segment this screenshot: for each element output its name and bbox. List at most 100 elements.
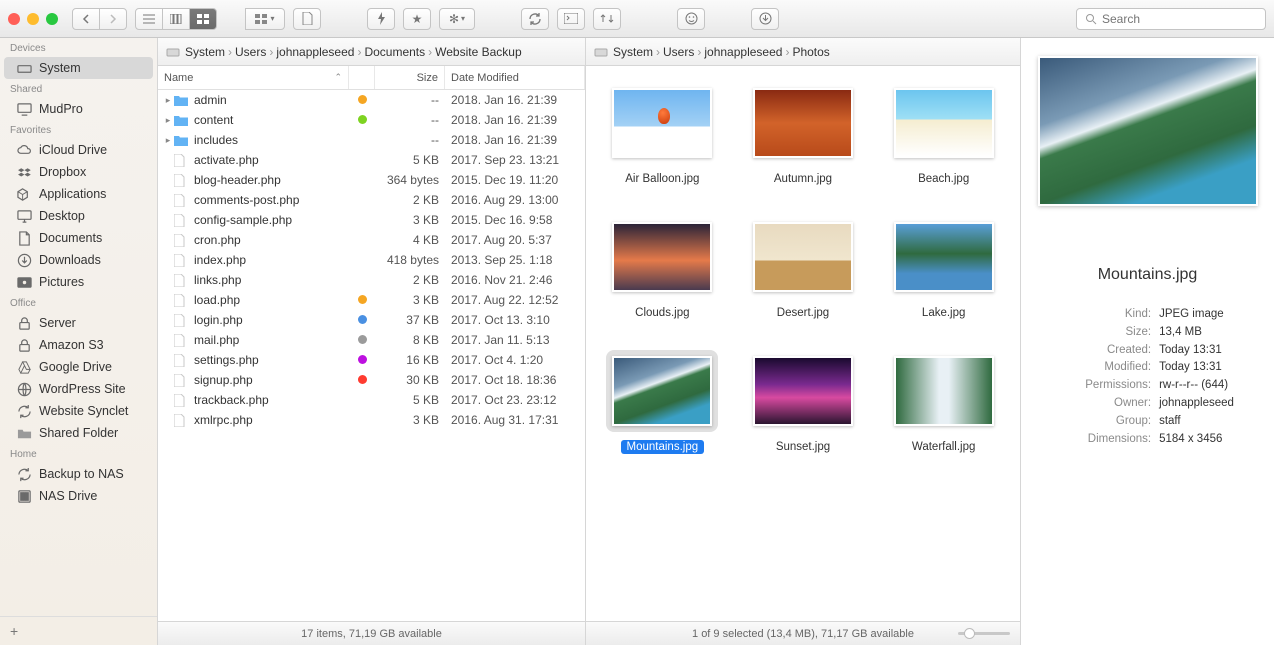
disclosure-icon[interactable]: ▸ (162, 115, 174, 126)
path-segment[interactable]: johnappleseed (276, 45, 354, 59)
list-row[interactable]: load.php 3 KB 2017. Aug 22. 12:52 (158, 290, 585, 310)
list-row[interactable]: config-sample.php 3 KB 2015. Dec 16. 9:5… (158, 210, 585, 230)
list-row[interactable]: blog-header.php 364 bytes 2015. Dec 19. … (158, 170, 585, 190)
drive-icon (16, 60, 32, 76)
file-name: includes (190, 133, 349, 147)
tag-dot (349, 113, 375, 127)
sidebar-item[interactable]: Server (0, 312, 157, 334)
zoom-window[interactable] (46, 13, 58, 25)
list-row[interactable]: ▸ admin -- 2018. Jan 16. 21:39 (158, 90, 585, 110)
list-row[interactable]: login.php 37 KB 2017. Oct 13. 3:10 (158, 310, 585, 330)
minimize-window[interactable] (27, 13, 39, 25)
sidebar-item[interactable]: Downloads (0, 249, 157, 271)
sidebar-item[interactable]: Pictures (0, 271, 157, 293)
sidebar-item-label: Shared Folder (39, 426, 118, 440)
sidebar-item[interactable]: Applications (0, 183, 157, 205)
sidebar-item[interactable]: Dropbox (0, 161, 157, 183)
grid-item[interactable]: Clouds.jpg (598, 216, 727, 320)
file-list: ▸ admin -- 2018. Jan 16. 21:39 ▸ content… (158, 90, 585, 621)
mid-status-bar: 1 of 9 selected (13,4 MB), 71,17 GB avai… (586, 621, 1020, 645)
list-row[interactable]: ▸ content -- 2018. Jan 16. 21:39 (158, 110, 585, 130)
grid-item[interactable]: Lake.jpg (879, 216, 1008, 320)
col-name[interactable]: Name⌃ (158, 66, 349, 89)
grid-item[interactable]: Mountains.jpg (598, 350, 727, 454)
search-field[interactable] (1076, 8, 1266, 30)
grid-item[interactable]: Air Balloon.jpg (598, 82, 727, 186)
list-row[interactable]: activate.php 5 KB 2017. Sep 23. 13:21 (158, 150, 585, 170)
col-size[interactable]: Size (375, 66, 445, 89)
file-date: 2017. Oct 18. 18:36 (445, 373, 585, 387)
list-row[interactable]: signup.php 30 KB 2017. Oct 18. 18:36 (158, 370, 585, 390)
list-row[interactable]: index.php 418 bytes 2013. Sep 25. 1:18 (158, 250, 585, 270)
list-row[interactable]: xmlrpc.php 3 KB 2016. Aug 31. 17:31 (158, 410, 585, 430)
disclosure-icon[interactable]: ▸ (162, 135, 174, 146)
path-segment[interactable]: Users (663, 45, 694, 59)
download-button[interactable] (751, 8, 779, 30)
sidebar-item[interactable]: Backup to NAS (0, 463, 157, 485)
list-view-button[interactable] (135, 8, 163, 30)
sidebar-item[interactable]: MudPro (0, 98, 157, 120)
list-row[interactable]: ▸ includes -- 2018. Jan 16. 21:39 (158, 130, 585, 150)
action-menu-button[interactable]: ✻▾ (439, 8, 475, 30)
grid-item[interactable]: Sunset.jpg (739, 350, 868, 454)
sidebar-item[interactable]: Website Synclet (0, 400, 157, 422)
sidebar-item[interactable]: Shared Folder (0, 422, 157, 444)
file-name: mail.php (190, 333, 349, 347)
list-row[interactable]: cron.php 4 KB 2017. Aug 20. 5:37 (158, 230, 585, 250)
emoji-button[interactable] (677, 8, 705, 30)
path-segment[interactable]: johnappleseed (704, 45, 782, 59)
sidebar-section-header: Favorites (0, 120, 157, 139)
file-icon (174, 234, 190, 247)
search-input[interactable] (1102, 12, 1257, 26)
grid-item[interactable]: Beach.jpg (879, 82, 1008, 186)
file-size: 16 KB (375, 353, 445, 367)
sidebar-item[interactable]: System (4, 57, 153, 79)
close-window[interactable] (8, 13, 20, 25)
path-segment[interactable]: Photos (792, 45, 829, 59)
path-segment[interactable]: Users (235, 45, 266, 59)
sidebar-item-label: MudPro (39, 102, 83, 116)
compare-button[interactable] (593, 8, 621, 30)
grid-item[interactable]: Autumn.jpg (739, 82, 868, 186)
column-view-button[interactable] (162, 8, 190, 30)
list-row[interactable]: trackback.php 5 KB 2017. Oct 23. 23:12 (158, 390, 585, 410)
forward-button[interactable] (99, 8, 127, 30)
sidebar-item[interactable]: Desktop (0, 205, 157, 227)
file-icon (174, 314, 190, 327)
quick-action-button[interactable] (367, 8, 395, 30)
favorite-button[interactable]: ★ (403, 8, 431, 30)
sidebar-item[interactable]: WordPress Site (0, 378, 157, 400)
back-button[interactable] (72, 8, 100, 30)
sidebar-item[interactable]: Amazon S3 (0, 334, 157, 356)
tag-dot (349, 313, 375, 327)
path-segment[interactable]: Website Backup (435, 45, 522, 59)
lock-icon (16, 315, 32, 331)
meta-value: JPEG image (1159, 306, 1224, 324)
col-tag[interactable] (349, 66, 375, 89)
disclosure-icon[interactable]: ▸ (162, 95, 174, 106)
grid-item[interactable]: Desert.jpg (739, 216, 868, 320)
path-segment[interactable]: System (613, 45, 653, 59)
icon-view-button[interactable] (189, 8, 217, 30)
path-segment[interactable]: Documents (364, 45, 425, 59)
list-row[interactable]: links.php 2 KB 2016. Nov 21. 2:46 (158, 270, 585, 290)
grid-item[interactable]: Waterfall.jpg (879, 350, 1008, 454)
meta-row: Group:staff (1061, 413, 1234, 431)
file-date: 2017. Aug 20. 5:37 (445, 233, 585, 247)
sync-button[interactable] (521, 8, 549, 30)
add-sidebar-item[interactable]: + (0, 616, 157, 645)
new-file-button[interactable] (293, 8, 321, 30)
path-segment[interactable]: System (185, 45, 225, 59)
list-row[interactable]: settings.php 16 KB 2017. Oct 4. 1:20 (158, 350, 585, 370)
list-row[interactable]: comments-post.php 2 KB 2016. Aug 29. 13:… (158, 190, 585, 210)
file-icon (174, 354, 190, 367)
list-row[interactable]: mail.php 8 KB 2017. Jan 11. 5:13 (158, 330, 585, 350)
icon-size-slider[interactable] (958, 632, 1010, 635)
sidebar-item[interactable]: iCloud Drive (0, 139, 157, 161)
sidebar-item[interactable]: Google Drive (0, 356, 157, 378)
col-date[interactable]: Date Modified (445, 66, 585, 89)
sidebar-item[interactable]: Documents (0, 227, 157, 249)
sidebar-item[interactable]: NAS Drive (0, 485, 157, 507)
arrange-button[interactable]: ▾ (245, 8, 285, 30)
terminal-button[interactable] (557, 8, 585, 30)
